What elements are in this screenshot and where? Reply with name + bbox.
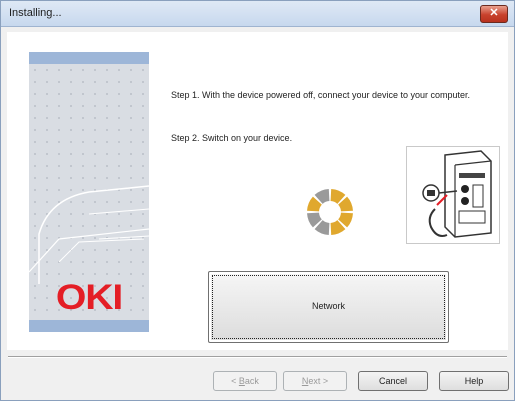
- title-bar: Installing... ✕: [1, 1, 514, 27]
- installer-window: Installing... ✕ OKI Step 1. With the dev…: [0, 0, 515, 401]
- step-1-text: Step 1. With the device powered off, con…: [171, 90, 470, 100]
- banner-top-band: [29, 52, 149, 64]
- next-button[interactable]: Next >: [283, 371, 347, 391]
- content-panel: OKI Step 1. With the device powered off,…: [7, 32, 508, 350]
- help-button[interactable]: Help: [439, 371, 509, 391]
- cancel-button[interactable]: Cancel: [358, 371, 428, 391]
- step-2-text: Step 2. Switch on your device.: [171, 133, 293, 143]
- close-button[interactable]: ✕: [480, 5, 508, 23]
- banner-bottom-band: [29, 320, 149, 332]
- computer-tower-icon: [422, 150, 492, 238]
- window-title: Installing...: [9, 7, 62, 19]
- back-button[interactable]: < Back: [213, 371, 277, 391]
- device-connection-illustration: [406, 146, 500, 244]
- sidebar-banner: OKI: [29, 52, 149, 332]
- oki-logo: OKI: [55, 278, 123, 317]
- loading-spinner-icon: [307, 189, 353, 235]
- network-button-label: Network: [311, 301, 345, 311]
- network-button[interactable]: Network: [208, 271, 449, 343]
- close-icon: ✕: [489, 7, 499, 19]
- footer-separator: [8, 356, 507, 358]
